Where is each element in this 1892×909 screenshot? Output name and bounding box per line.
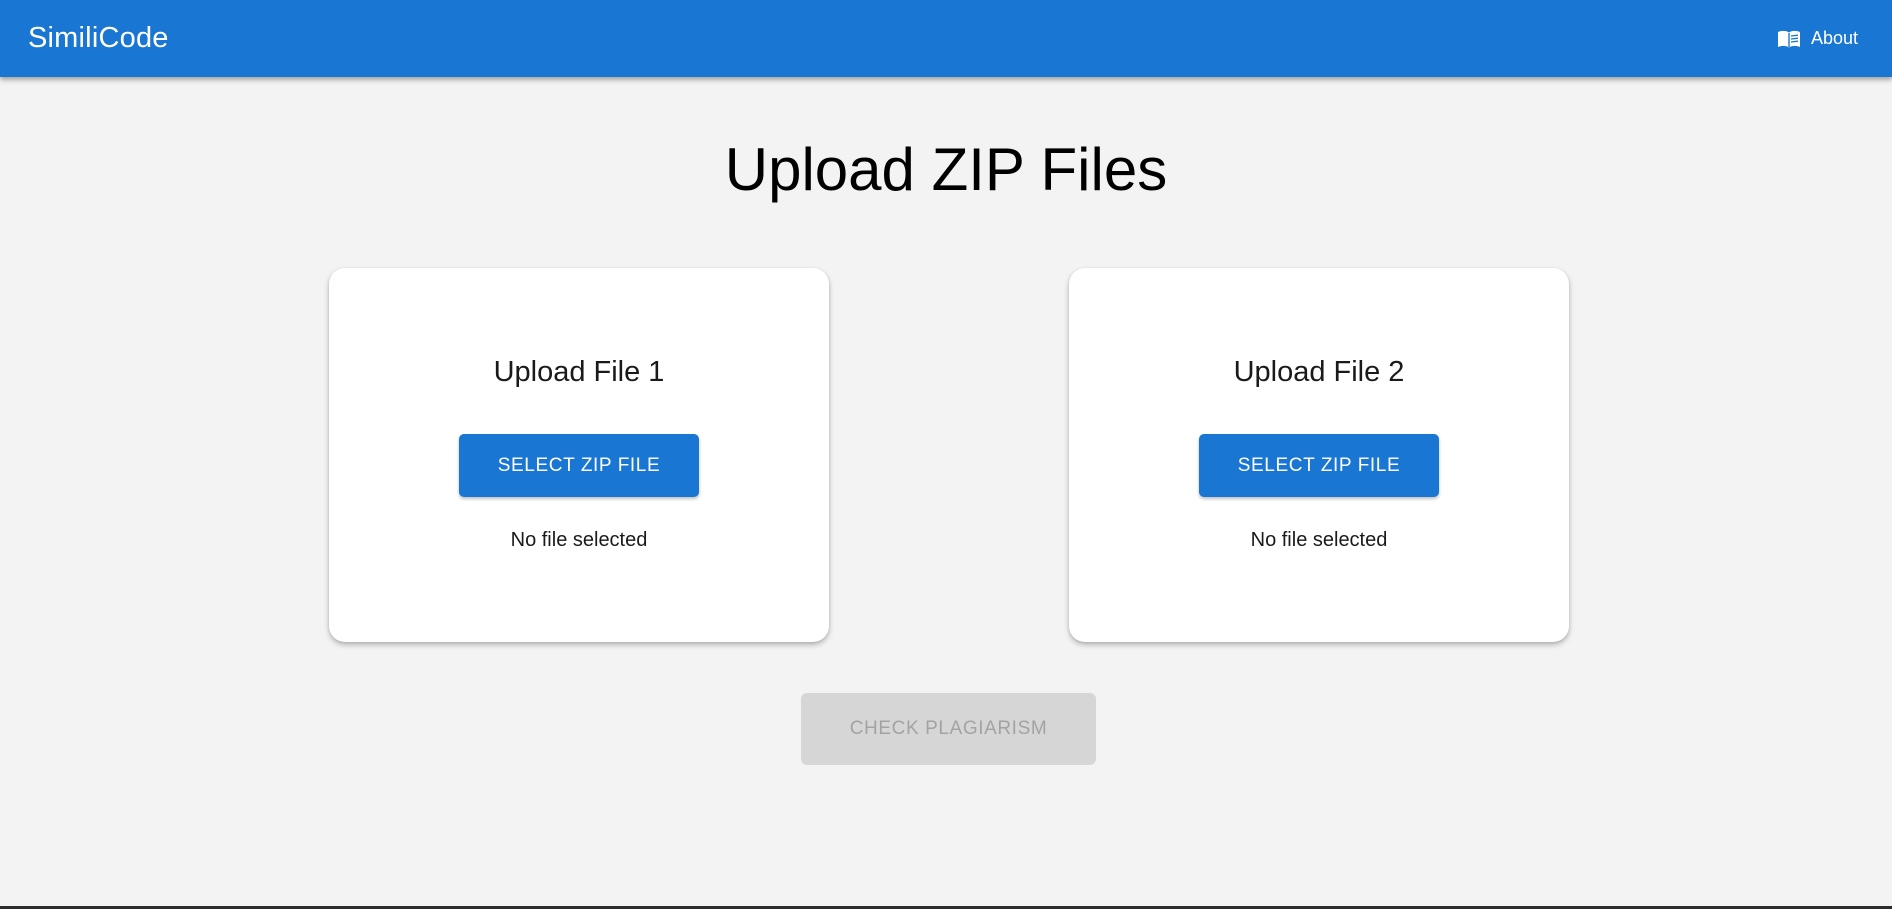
upload-card-2: Upload File 2 SELECT ZIP FILE No file se… [1069,268,1569,642]
file-status-text: No file selected [510,529,648,551]
about-link[interactable]: About [1773,22,1862,55]
select-zip-file-button-2[interactable]: SELECT ZIP FILE [1199,434,1439,497]
upload-card-1: Upload File 1 SELECT ZIP FILE No file se… [329,268,829,642]
page-title: Upload ZIP Files [724,136,1168,203]
upload-card-title: Upload File 2 [1233,356,1405,388]
brand-logo-text[interactable]: SimiliCode [28,22,169,55]
check-plagiarism-button[interactable]: CHECK PLAGIARISM [801,693,1096,765]
select-zip-file-button-1[interactable]: SELECT ZIP FILE [459,434,699,497]
upload-card-title: Upload File 1 [493,356,665,388]
about-label: About [1810,28,1858,48]
app-bar: SimiliCode About [0,0,1892,77]
book-icon [1777,29,1811,49]
file-status-text: No file selected [1250,529,1388,551]
